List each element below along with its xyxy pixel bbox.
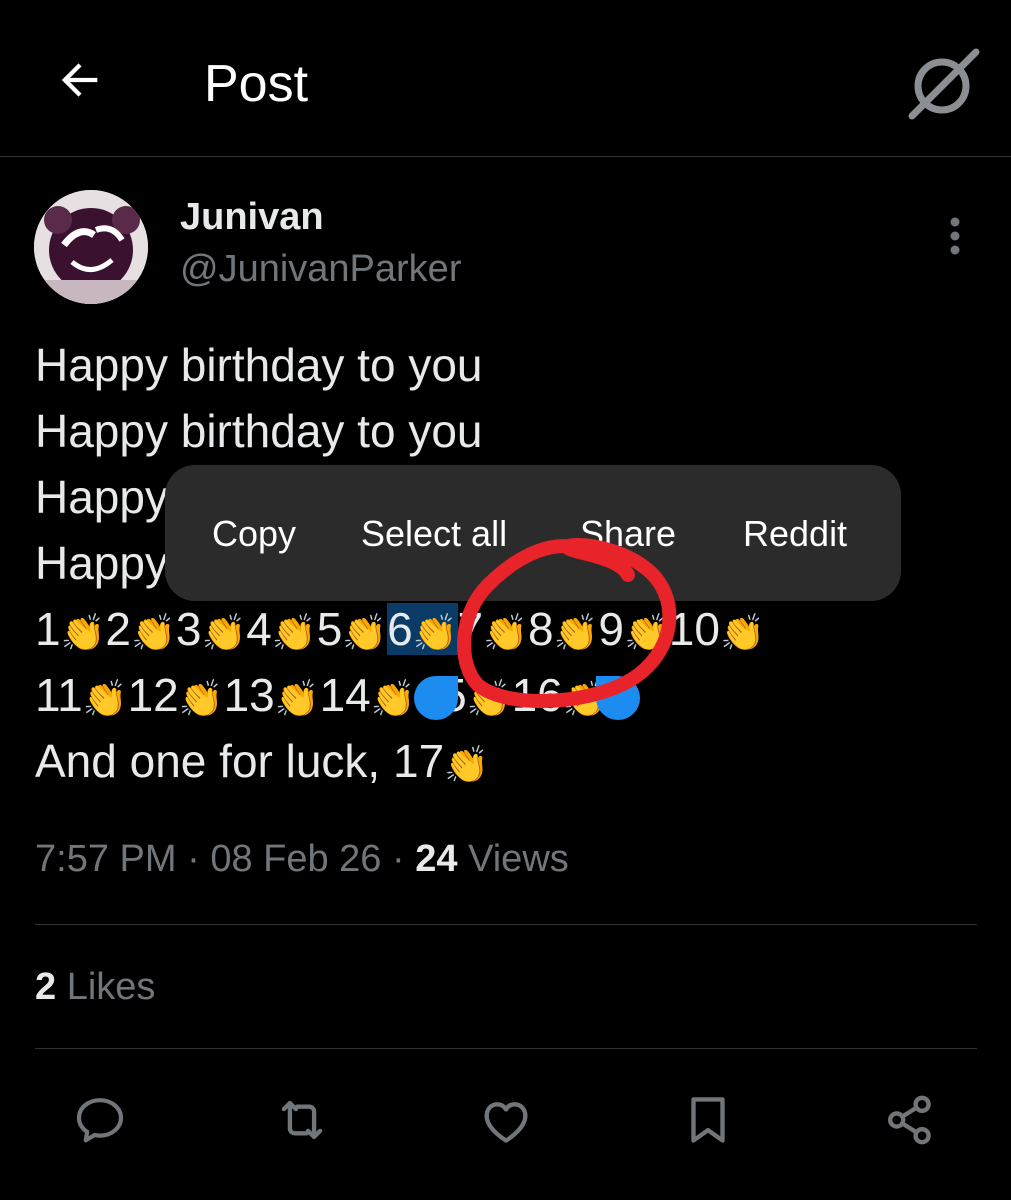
post-line: Happy birthday to you bbox=[35, 339, 483, 391]
count-number: 5 bbox=[316, 603, 343, 655]
clap-emoji: 👏 bbox=[444, 744, 489, 785]
post-line: Happy birthday to you bbox=[35, 405, 483, 457]
author-handle[interactable]: @JunivanParker bbox=[180, 248, 461, 291]
clap-emoji: 👏 bbox=[370, 678, 416, 719]
count-number-group: 2👏 bbox=[105, 603, 175, 655]
grok-button[interactable] bbox=[904, 44, 984, 124]
menu-select-all[interactable]: Select all bbox=[361, 513, 507, 555]
avatar-image bbox=[34, 190, 148, 304]
selection-handle-start[interactable] bbox=[414, 676, 458, 720]
final-line-text: And one for luck, 17 bbox=[35, 735, 445, 787]
menu-reddit[interactable]: Reddit bbox=[743, 513, 847, 555]
clap-emoji: 👏 bbox=[719, 612, 765, 653]
like-button[interactable] bbox=[476, 1090, 536, 1150]
clap-emoji: 👏 bbox=[412, 612, 458, 653]
clap-emoji: 👏 bbox=[178, 678, 224, 719]
count-number: 4 bbox=[246, 603, 272, 655]
action-bar bbox=[0, 1080, 1011, 1160]
divider bbox=[35, 1048, 977, 1049]
views-label: Views bbox=[468, 838, 569, 880]
count-number: 11 bbox=[35, 669, 83, 721]
count-number: 6 bbox=[387, 603, 413, 655]
count-number-group: 13👏 bbox=[224, 669, 320, 721]
text-selection-menu: Copy Select all Share Reddit bbox=[165, 465, 901, 601]
page-title: Post bbox=[204, 55, 309, 113]
count-number: 2 bbox=[105, 603, 132, 655]
count-number: 7 bbox=[457, 603, 484, 655]
meta-separator: · bbox=[392, 838, 405, 880]
clap-emoji: 👏 bbox=[201, 612, 247, 653]
author-name[interactable]: Junivan bbox=[180, 196, 324, 239]
clap-emoji: 👏 bbox=[623, 612, 669, 653]
count-number-group: 5👏 bbox=[317, 603, 387, 655]
clap-emoji: 👏 bbox=[483, 612, 528, 653]
count-number-group: 1👏 bbox=[35, 603, 105, 655]
menu-copy[interactable]: Copy bbox=[212, 513, 296, 555]
count-number-group: 10👏 bbox=[669, 603, 765, 655]
top-bar: Post bbox=[0, 0, 1011, 157]
grok-icon bbox=[908, 48, 980, 120]
clap-emoji: 👏 bbox=[274, 678, 320, 719]
clap-emoji: 👏 bbox=[466, 678, 512, 719]
likes-link[interactable]: 2 Likes bbox=[35, 966, 155, 1009]
clap-emoji: 👏 bbox=[271, 612, 317, 653]
reply-button[interactable] bbox=[70, 1090, 130, 1150]
clap-emoji: 👏 bbox=[131, 612, 176, 653]
views-count: 24 bbox=[415, 838, 458, 880]
count-number-group: 7👏 bbox=[458, 603, 528, 655]
count-number-group: 3👏 bbox=[176, 603, 246, 655]
count-number: 8 bbox=[527, 603, 554, 655]
count-number: 14 bbox=[319, 669, 371, 721]
clap-emoji: 👏 bbox=[82, 678, 128, 719]
repost-button[interactable] bbox=[272, 1090, 332, 1150]
bookmark-icon bbox=[691, 1097, 725, 1143]
selection-handle-end[interactable] bbox=[596, 676, 640, 720]
repost-icon bbox=[281, 1100, 323, 1140]
menu-share[interactable]: Share bbox=[580, 513, 676, 555]
clap-emoji: 👏 bbox=[553, 612, 599, 653]
more-options-button[interactable] bbox=[930, 212, 980, 262]
count-number-group: 14👏 bbox=[320, 669, 416, 721]
avatar[interactable] bbox=[34, 190, 148, 304]
count-number-group: 9👏 bbox=[598, 603, 668, 655]
count-line-2: 11👏12👏13👏14👏15👏16👏 bbox=[35, 662, 985, 728]
count-number-group: 8👏 bbox=[528, 603, 598, 655]
bookmark-button[interactable] bbox=[678, 1090, 738, 1150]
post-time: 7:57 PM bbox=[35, 838, 177, 880]
clap-emoji: 👏 bbox=[60, 612, 106, 653]
share-button[interactable] bbox=[880, 1090, 940, 1150]
count-number-group: 4👏 bbox=[246, 603, 316, 655]
count-number-group: 16👏 bbox=[512, 669, 608, 721]
count-number: 16 bbox=[511, 669, 563, 721]
reply-icon bbox=[76, 1098, 124, 1143]
likes-count: 2 bbox=[35, 966, 57, 1008]
count-number: 12 bbox=[127, 669, 179, 721]
post-date: 08 Feb 26 bbox=[210, 838, 382, 880]
final-line: And one for luck, 17👏 bbox=[35, 728, 985, 794]
more-vertical-icon bbox=[950, 217, 960, 255]
count-number-group: 12👏 bbox=[128, 669, 224, 721]
share-icon bbox=[888, 1095, 931, 1145]
count-number: 13 bbox=[223, 669, 275, 721]
count-number-group: 6👏 bbox=[387, 603, 458, 655]
post-meta: 7:57 PM · 08 Feb 26 · 24 Views bbox=[35, 838, 569, 881]
meta-separator: · bbox=[187, 838, 200, 880]
clap-emoji: 👏 bbox=[342, 612, 388, 653]
count-number-group: 11👏 bbox=[35, 669, 128, 721]
back-arrow-icon bbox=[61, 63, 98, 97]
back-button[interactable] bbox=[48, 48, 112, 112]
count-number: 9 bbox=[598, 603, 624, 655]
count-number: 1 bbox=[35, 603, 61, 655]
divider bbox=[35, 924, 977, 925]
like-icon bbox=[484, 1102, 528, 1143]
likes-label: Likes bbox=[66, 966, 156, 1008]
count-number: 10 bbox=[668, 603, 720, 655]
count-line-1: 1👏2👏3👏4👏5👏6👏7👏8👏9👏10👏 bbox=[35, 596, 985, 662]
count-number: 3 bbox=[175, 603, 202, 655]
